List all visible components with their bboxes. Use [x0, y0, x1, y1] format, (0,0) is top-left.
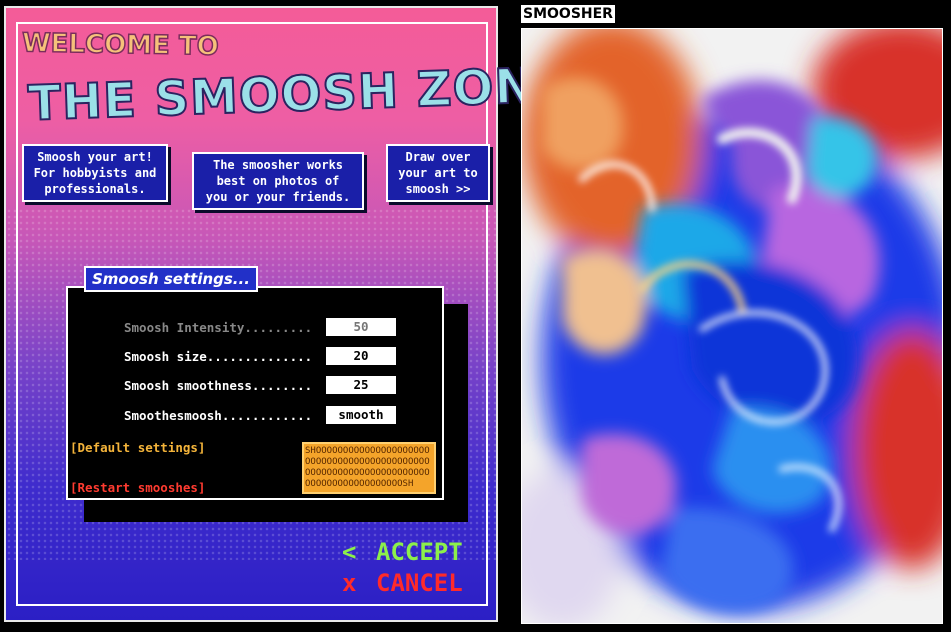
- info-box-intro: Smoosh your art! For hobbyists and profe…: [22, 144, 168, 202]
- setting-label-smoothness: Smoosh smoothness........: [124, 378, 313, 393]
- smooshed-artwork: [522, 29, 942, 623]
- cancel-label: CANCEL: [376, 569, 463, 597]
- close-icon: x: [342, 569, 357, 597]
- smoothness-input[interactable]: 25: [326, 376, 396, 394]
- smoosh-button[interactable]: SHOOOOOOOOOOOOOOOOOOOOOOOOOOOOOOOOOOOOOO…: [302, 442, 436, 494]
- setting-label-intensity: Smoosh Intensity.........: [124, 320, 313, 335]
- info-box-draw: Draw over your art to smoosh >>: [386, 144, 490, 202]
- info-box-tip: The smoosher works best on photos of you…: [192, 152, 364, 210]
- smoothesmoosh-select[interactable]: smooth: [326, 406, 396, 424]
- cancel-button[interactable]: x CANCEL: [342, 569, 463, 597]
- intensity-input[interactable]: 50: [326, 318, 396, 336]
- accept-label: ACCEPT: [376, 538, 463, 566]
- setting-label-smoothesmoosh: Smoothesmoosh............: [124, 408, 313, 423]
- chevron-left-icon: <: [342, 538, 357, 566]
- welcome-heading: WELCOME TO: [21, 28, 220, 63]
- smoosh-canvas[interactable]: [521, 28, 943, 624]
- settings-title: Smoosh settings...: [84, 266, 258, 292]
- restart-smooshes-link[interactable]: [Restart smooshes]: [70, 480, 205, 495]
- smoosher-title: SMOOSHER: [520, 4, 616, 24]
- size-input[interactable]: 20: [326, 347, 396, 365]
- setting-label-size: Smoosh size..............: [124, 349, 313, 364]
- accept-button[interactable]: < ACCEPT: [342, 538, 463, 566]
- default-settings-link[interactable]: [Default settings]: [70, 440, 205, 455]
